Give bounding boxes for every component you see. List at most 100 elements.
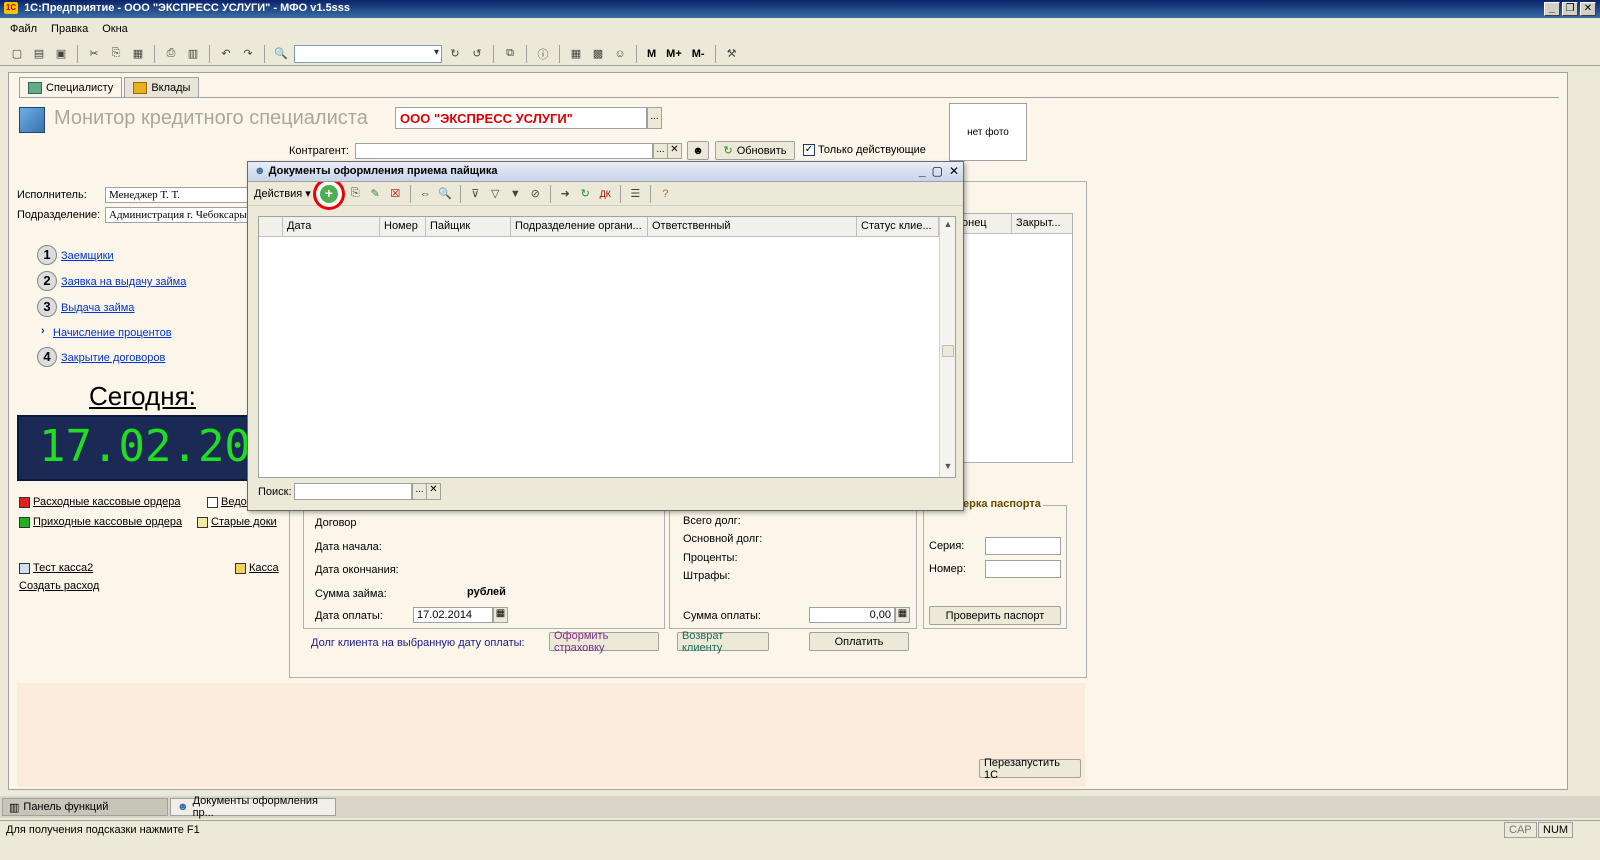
search-select-button[interactable]: ... [412, 483, 427, 500]
scroll-down-icon[interactable]: ▼ [941, 461, 955, 475]
column-header[interactable]: онец [960, 214, 1012, 233]
minimize-icon[interactable]: _ [1544, 2, 1560, 16]
search-combo[interactable] [294, 44, 442, 63]
redo-icon[interactable]: ↷ [239, 45, 257, 63]
undo-icon[interactable]: ↶ [217, 45, 235, 63]
link-loan-issue[interactable]: Выдача займа [61, 302, 134, 314]
close-icon[interactable]: ✕ [1580, 2, 1596, 16]
save-icon[interactable]: ▣ [52, 45, 70, 63]
pay-sum-field[interactable]: 0,00 [809, 607, 895, 623]
restart-button[interactable]: Перезапустить 1С [979, 757, 1081, 781]
filter-list-icon[interactable]: ▼ [507, 185, 524, 202]
find-icon[interactable]: 🔍 [437, 185, 454, 202]
column-header-department[interactable]: Подразделение органи... [511, 217, 648, 236]
print-icon[interactable]: ⎙ [162, 45, 180, 63]
popup-close-icon[interactable]: ✕ [949, 164, 959, 178]
scroll-up-icon[interactable]: ▲ [941, 219, 955, 233]
preview-icon[interactable]: ▥ [184, 45, 202, 63]
department-field[interactable]: Администрация г. Чебоксары [105, 207, 248, 223]
filter-off-icon[interactable]: ⊘ [527, 185, 544, 202]
link-income-orders[interactable]: Приходные кассовые ордера [19, 516, 182, 528]
insurance-button[interactable]: Оформить страховку [549, 630, 659, 654]
dtkt-icon[interactable]: ДК [597, 185, 614, 202]
tab-deposits[interactable]: Вклады [124, 77, 200, 97]
add-icon[interactable]: + [319, 184, 338, 203]
restore-icon[interactable]: ❐ [1562, 2, 1578, 16]
refresh-icon[interactable]: ↻ [577, 185, 594, 202]
task-documents[interactable]: ☻ Документы оформления пр... [170, 795, 336, 819]
only-active-checkbox[interactable]: ✓ Только действующие [803, 144, 926, 156]
pay-date-field[interactable]: 17.02.2014 [413, 607, 493, 623]
list-icon[interactable]: ☰ [627, 185, 644, 202]
filter-value-icon[interactable]: ▽ [487, 185, 504, 202]
find-prev-icon[interactable]: ↺ [468, 45, 486, 63]
organization-select-button[interactable]: ... [647, 107, 662, 129]
contractor-field[interactable] [355, 143, 653, 159]
column-header-number[interactable]: Номер [380, 217, 426, 236]
new-doc-icon[interactable]: ▢ [8, 45, 26, 63]
calculator-icon[interactable]: ▦ [895, 607, 910, 623]
delete-icon[interactable]: ☒ [387, 185, 404, 202]
check-passport-button[interactable]: Проверить паспорт [929, 606, 1061, 625]
search-input[interactable] [294, 483, 412, 500]
link-close-contracts[interactable]: Закрытие договоров [61, 352, 165, 364]
calendar-icon[interactable]: ▦ [493, 607, 508, 623]
vertical-scrollbar[interactable]: ▲ ▼ [939, 217, 955, 477]
series-field[interactable] [985, 537, 1061, 555]
user-card-button[interactable]: ☻ [687, 141, 709, 160]
pay-button[interactable]: Оплатить [809, 632, 909, 651]
menu-windows[interactable]: Окна [102, 23, 128, 37]
search-clear-button[interactable]: ✕ [426, 483, 441, 500]
column-header-responsible[interactable]: Ответственный [648, 217, 857, 236]
cut-icon[interactable]: ✂ [85, 45, 103, 63]
info-icon[interactable]: ⓘ [534, 45, 552, 63]
find-next-icon[interactable]: ↻ [446, 45, 464, 63]
paste-icon[interactable]: ▦ [129, 45, 147, 63]
memory-plus-button[interactable]: М+ [663, 48, 685, 60]
link-kassa[interactable]: Касса [235, 562, 279, 574]
users-icon[interactable]: ☺ [611, 45, 629, 63]
memory-minus-button[interactable]: М- [689, 48, 708, 60]
column-header-date[interactable]: Дата [283, 217, 380, 236]
link-test-kassa[interactable]: Тест касса2 [19, 562, 93, 574]
open-folder-icon[interactable]: ▤ [30, 45, 48, 63]
filter-icon[interactable]: ⊽ [467, 185, 484, 202]
link-loan-application[interactable]: Заявка на выдачу займа [61, 276, 186, 288]
memory-button[interactable]: М [644, 48, 659, 60]
scroll-thumb[interactable] [942, 345, 954, 357]
popup-minimize-icon[interactable]: _ [919, 164, 926, 178]
contractor-select-button[interactable]: ... [653, 143, 668, 159]
search-icon[interactable]: 🔍 [272, 45, 290, 63]
link-interest-accrual[interactable]: Начисление процентов [53, 327, 172, 339]
help-icon[interactable]: ? [657, 185, 674, 202]
documents-grid[interactable]: Дата Номер Пайщик Подразделение органи..… [258, 216, 956, 478]
contractor-clear-button[interactable]: ✕ [667, 143, 682, 159]
actions-menu[interactable]: Действия ▾ [254, 187, 311, 200]
number-field[interactable] [985, 560, 1061, 578]
tools-icon[interactable]: ⚒ [723, 45, 741, 63]
task-functions-panel[interactable]: ▥ Панель функций [2, 798, 168, 816]
column-header[interactable]: Закрыт... [1012, 214, 1068, 233]
link-create-expense[interactable]: Создать расход [19, 580, 99, 592]
refund-button[interactable]: Возврат клиенту [677, 630, 769, 654]
menu-file[interactable]: Файл [10, 23, 37, 37]
edit-icon[interactable]: ✎ [367, 185, 384, 202]
link-expense-orders[interactable]: Расходные кассовые ордера [19, 496, 181, 508]
refresh-button[interactable]: ↻ Обновить [715, 141, 795, 160]
menu-edit[interactable]: Правка [51, 23, 88, 37]
go-icon[interactable]: ➜ [557, 185, 574, 202]
copy-icon[interactable]: ⎘ [107, 45, 125, 63]
link-ved[interactable]: Ведо [207, 496, 247, 508]
column-header[interactable] [259, 217, 283, 236]
popup-maximize-icon[interactable]: ▢ [932, 164, 943, 178]
post-icon[interactable]: ⇔ [417, 185, 434, 202]
link-old-docs[interactable]: Старые доки [197, 516, 277, 528]
column-header-member[interactable]: Пайщик [426, 217, 511, 236]
calculator-icon[interactable]: ▦ [567, 45, 585, 63]
tab-specialist[interactable]: Специалисту [19, 77, 123, 97]
windows-icon[interactable]: ⧉ [501, 45, 519, 63]
link-borrowers[interactable]: Заемщики [61, 250, 114, 262]
column-header-status[interactable]: Статус клие... [857, 217, 939, 236]
executor-field[interactable]: Менеджер Т. Т. [105, 187, 248, 203]
organization-field[interactable]: ООО "ЭКСПРЕСС УСЛУГИ" [395, 107, 647, 129]
